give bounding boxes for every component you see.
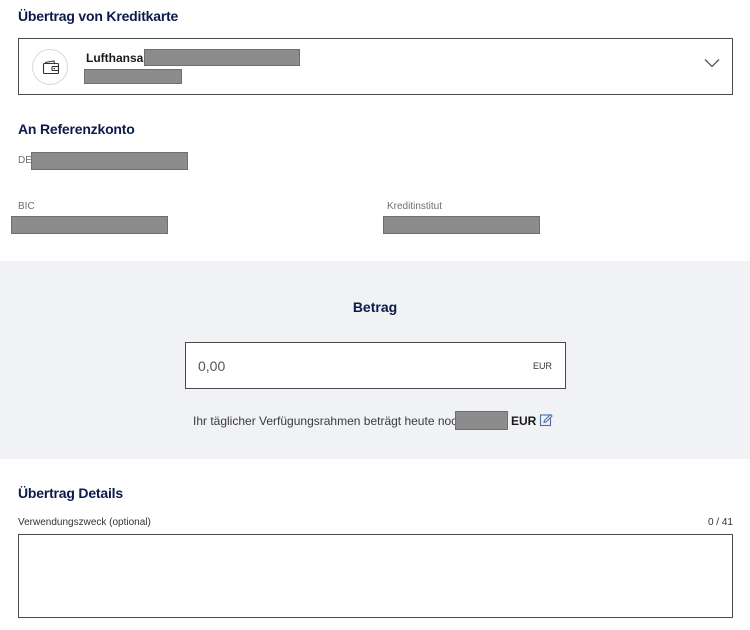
transfer-from-title: Übertrag von Kreditkarte: [18, 8, 179, 24]
amount-input[interactable]: 0,00 EUR: [185, 342, 566, 389]
reference-account-title: An Referenzkonto: [18, 121, 135, 137]
daily-limit-currency: EUR: [511, 414, 537, 428]
bic-redacted: [11, 216, 168, 234]
transfer-details-title: Übertrag Details: [18, 485, 123, 501]
iban-prefix: DE: [18, 155, 32, 166]
purpose-char-count: 0 / 41: [707, 517, 733, 528]
card-detail-redacted: [84, 69, 182, 84]
chevron-down-icon[interactable]: [704, 58, 720, 68]
wallet-icon: [42, 60, 60, 75]
card-name: Lufthansa: [86, 51, 144, 65]
bank-label: Kreditinstitut: [387, 201, 443, 212]
amount-currency: EUR: [532, 361, 552, 371]
amount-title: Betrag: [352, 299, 398, 315]
daily-limit-text: Ihr täglicher Verfügungsrahmen beträgt h…: [193, 414, 468, 428]
card-number-redacted: [144, 49, 300, 66]
amount-value: 0,00: [198, 358, 226, 374]
daily-limit-redacted: [455, 411, 508, 430]
bank-redacted: [383, 216, 540, 234]
credit-card-select[interactable]: Lufthansa: [18, 38, 733, 95]
bic-label: BIC: [18, 201, 35, 212]
purpose-label: Verwendungszweck (optional): [18, 517, 151, 528]
wallet-icon-circle: [32, 49, 68, 85]
iban-redacted: [31, 152, 188, 170]
edit-icon[interactable]: [539, 413, 553, 427]
purpose-textarea[interactable]: [18, 534, 733, 618]
